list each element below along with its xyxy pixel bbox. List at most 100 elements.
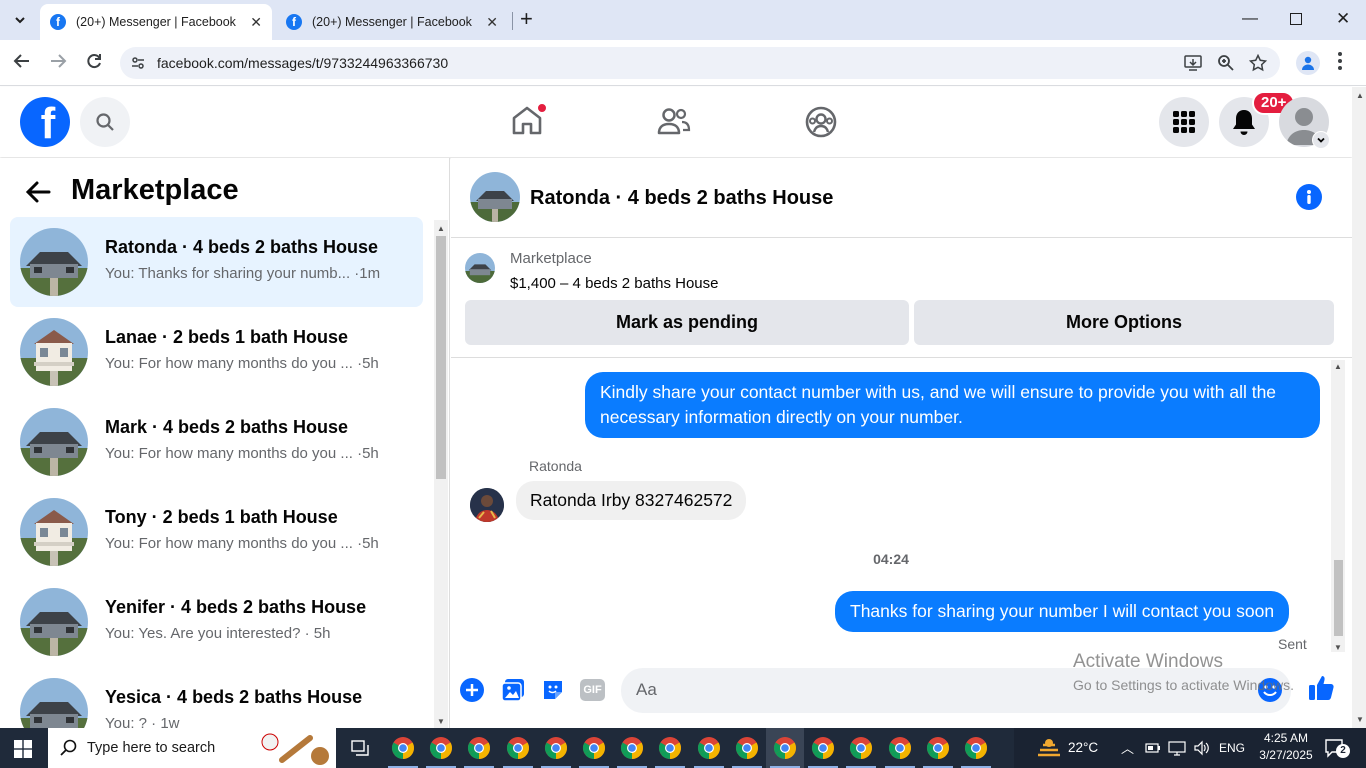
incoming-message[interactable]: Ratonda Irby 8327462572 <box>516 481 747 520</box>
conversation-item[interactable]: Mark · 4 beds 2 baths House You: For how … <box>10 397 423 487</box>
chat-header-avatar[interactable] <box>470 172 520 222</box>
chrome-icon <box>774 737 796 759</box>
tray-overflow-icon[interactable]: ︿ <box>1121 738 1134 757</box>
chat-scrollbar[interactable]: ▲ ▼ <box>1331 360 1345 652</box>
chrome-taskbar-icon[interactable] <box>881 728 919 768</box>
gif-button[interactable]: GIF <box>580 679 605 701</box>
like-button[interactable] <box>1307 674 1335 707</box>
nav-friends[interactable] <box>656 105 692 144</box>
bookmark-star-icon[interactable] <box>1249 54 1267 72</box>
menu-button[interactable] <box>1159 97 1209 147</box>
chrome-taskbar-icon[interactable] <box>460 728 498 768</box>
chrome-taskbar-icon[interactable] <box>499 728 537 768</box>
chrome-taskbar-icon[interactable] <box>384 728 422 768</box>
conversation-title: Lanae · 2 beds 1 bath House <box>105 327 349 347</box>
chrome-taskbar-icon[interactable] <box>651 728 689 768</box>
conversation-item[interactable]: Yesica · 4 beds 2 baths House You: ? · 1w <box>10 667 423 728</box>
clock-time[interactable]: 4:25 AM <box>1256 731 1316 745</box>
browser-menu-icon[interactable] <box>1338 52 1342 70</box>
nav-home[interactable] <box>510 103 547 139</box>
back-arrow-button[interactable] <box>24 178 52 211</box>
arrow-left-icon <box>25 181 51 203</box>
conversation-item[interactable]: Lanae · 2 beds 1 bath House You: For how … <box>10 307 423 397</box>
outgoing-message[interactable]: Thanks for sharing your number I will co… <box>835 591 1290 632</box>
taskbar-search-box[interactable]: Type here to search <box>48 728 336 768</box>
browser-tab-active[interactable]: f (20+) Messenger | Facebook ✕ <box>40 4 272 40</box>
restore-button[interactable] <box>1290 13 1302 25</box>
conversation-title: Yenifer · 4 beds 2 baths House <box>105 597 367 617</box>
address-bar[interactable]: facebook.com/messages/t/9733244963366730 <box>120 47 1280 79</box>
chat-title[interactable]: Ratonda · 4 beds 2 baths House <box>530 187 833 210</box>
browser-tab[interactable]: f (20+) Messenger | Facebook ✕ <box>276 4 508 40</box>
new-tab-button[interactable]: + <box>520 8 533 30</box>
site-info-icon[interactable] <box>130 55 146 71</box>
chrome-taskbar-icon[interactable] <box>575 728 613 768</box>
url-text[interactable]: facebook.com/messages/t/9733244963366730 <box>157 55 448 71</box>
mark-as-pending-button[interactable]: Mark as pending <box>465 300 909 345</box>
conversation-item[interactable]: Ratonda · 4 beds 2 baths House You: Thank… <box>10 217 423 307</box>
language-indicator[interactable]: ENG <box>1219 741 1245 755</box>
install-app-icon[interactable] <box>1184 54 1202 72</box>
close-window-button[interactable]: ✕ <box>1336 9 1350 29</box>
task-view-icon <box>351 740 369 756</box>
chrome-taskbar-icon[interactable] <box>842 728 880 768</box>
zoom-icon[interactable] <box>1217 54 1235 72</box>
volume-icon[interactable] <box>1193 740 1211 756</box>
info-icon <box>1307 190 1311 204</box>
close-tab-icon[interactable]: ✕ <box>250 14 262 31</box>
tab-search-button[interactable] <box>8 8 32 32</box>
nav-groups[interactable] <box>804 105 838 144</box>
chrome-taskbar-icon[interactable] <box>957 728 995 768</box>
windows-taskbar: Type here to search 22°C ︿ ENG 4:25 AM 3… <box>0 728 1366 768</box>
close-tab-icon[interactable]: ✕ <box>486 14 498 31</box>
chrome-taskbar-icon[interactable] <box>728 728 766 768</box>
task-view-button[interactable] <box>350 738 370 763</box>
action-center-button[interactable]: 2 <box>1324 738 1350 763</box>
chrome-taskbar-icon[interactable] <box>919 728 957 768</box>
chrome-icon <box>812 737 835 759</box>
account-chevron-icon[interactable] <box>1312 131 1330 149</box>
clock-date[interactable]: 3/27/2025 <box>1252 748 1320 762</box>
listing-detail[interactable]: $1,400 – 4 beds 2 baths House <box>510 275 719 292</box>
chrome-taskbar-icon[interactable] <box>613 728 651 768</box>
start-button[interactable] <box>14 740 32 763</box>
chrome-icon <box>583 737 605 759</box>
weather-icon[interactable] <box>1036 737 1062 764</box>
conversation-item[interactable]: Tony · 2 beds 1 bath House You: For how m… <box>10 487 423 577</box>
chrome-taskbar-icon[interactable] <box>804 728 842 768</box>
info-button[interactable] <box>1296 184 1322 210</box>
back-button[interactable] <box>13 52 31 75</box>
battery-icon[interactable] <box>1145 742 1161 754</box>
chrome-taskbar-icon[interactable] <box>537 728 575 768</box>
house-photo-icon <box>20 498 88 566</box>
bell-icon <box>1233 110 1255 135</box>
listing-thumbnail[interactable] <box>465 253 495 283</box>
facebook-logo-icon[interactable]: f <box>20 97 70 147</box>
page-scrollbar[interactable]: ▲ ▼ <box>1352 87 1366 728</box>
left-scrollbar[interactable]: ▲ ▼ <box>434 220 448 728</box>
profile-avatar[interactable] <box>1296 51 1320 75</box>
reload-button[interactable] <box>85 52 103 75</box>
photo-button[interactable] <box>501 678 525 707</box>
weather-temperature[interactable]: 22°C <box>1068 740 1098 755</box>
chrome-taskbar-icon[interactable] <box>690 728 728 768</box>
sticker-button[interactable] <box>541 678 565 707</box>
search-button[interactable] <box>80 97 130 147</box>
chrome-taskbar-icon[interactable] <box>422 728 460 768</box>
thumbs-up-icon <box>1309 676 1334 700</box>
sender-avatar[interactable] <box>470 488 504 522</box>
house-photo-icon <box>470 172 520 222</box>
outgoing-message[interactable]: Kindly share your contact number with us… <box>585 372 1320 438</box>
conversation-preview: You: For how many months do you ... ·5h <box>105 355 379 372</box>
more-options-button[interactable]: More Options <box>914 300 1334 345</box>
network-icon[interactable] <box>1168 740 1186 756</box>
minimize-button[interactable]: — <box>1242 10 1258 28</box>
new-content-dot <box>537 103 547 113</box>
facebook-header: f 20+ <box>0 87 1352 157</box>
forward-button[interactable] <box>49 52 67 75</box>
add-attachment-button[interactable] <box>460 678 484 702</box>
conversation-item[interactable]: Yenifer · 4 beds 2 baths House You: Yes. … <box>10 577 423 667</box>
chrome-taskbar-icon[interactable] <box>766 728 804 768</box>
browser-toolbar: facebook.com/messages/t/9733244963366730 <box>0 40 1366 86</box>
house-photo-icon <box>20 318 88 386</box>
